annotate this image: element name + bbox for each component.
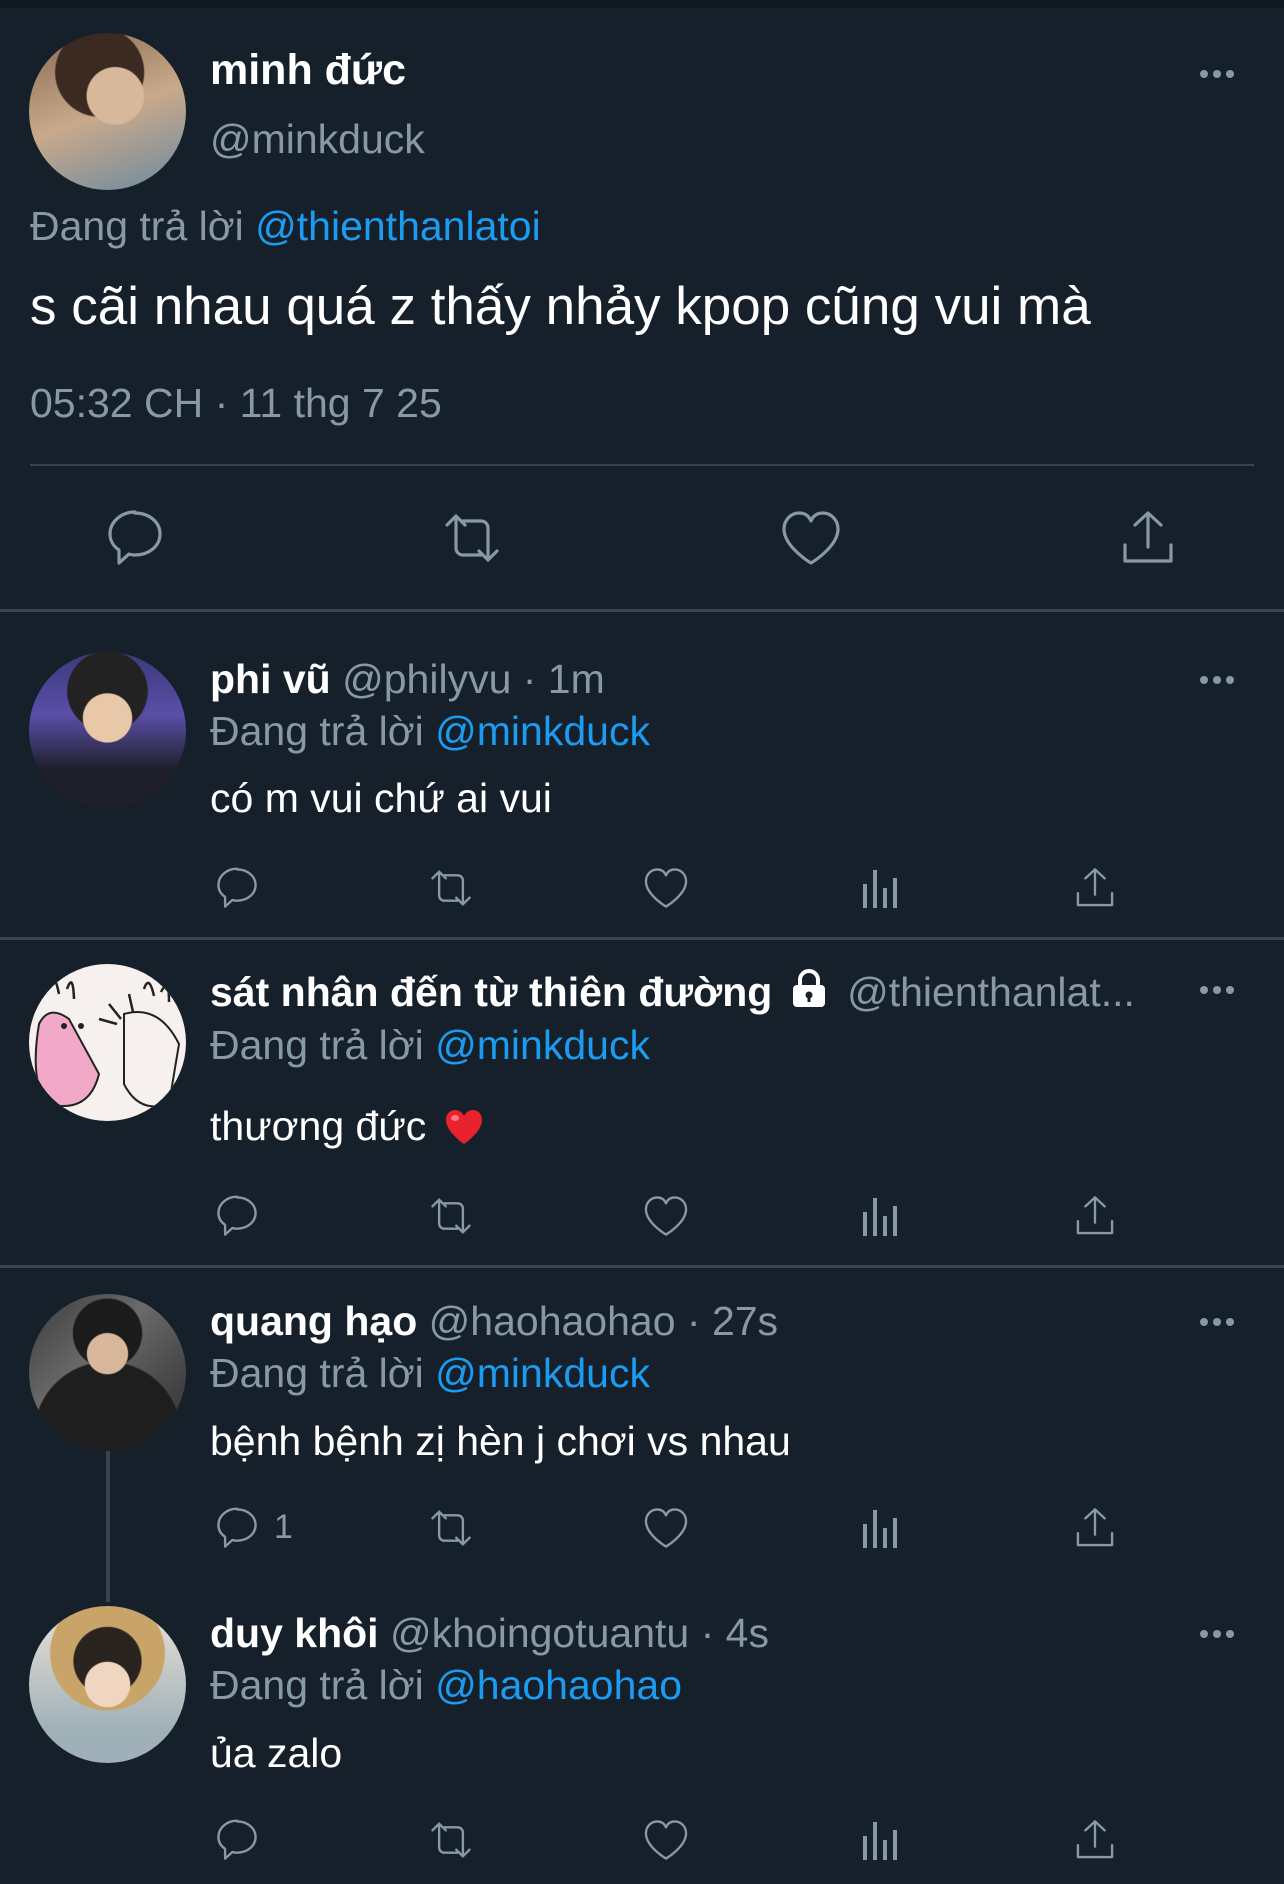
analytics-icon[interactable] (855, 1190, 907, 1242)
more-options-icon[interactable] (1200, 986, 1234, 994)
retweet-icon[interactable] (425, 862, 477, 914)
like-icon[interactable] (640, 1190, 692, 1242)
tweet-actions (0, 503, 1284, 583)
more-options-icon[interactable] (1200, 1630, 1234, 1638)
retweet-icon[interactable] (425, 1502, 477, 1554)
reply-count: 1 (274, 1508, 293, 1546)
retweet-icon[interactable] (437, 503, 507, 573)
like-icon[interactable] (640, 1814, 692, 1866)
like-icon[interactable] (776, 503, 846, 573)
retweet-icon[interactable] (425, 1814, 477, 1866)
tweet-text: có m vui chứ ai vui (210, 775, 552, 821)
retweet-icon[interactable] (425, 1190, 477, 1242)
tweet-actions (0, 1190, 1284, 1250)
tweet-text: bệnh bệnh zị hèn j chơi vs nhau (210, 1418, 791, 1464)
top-edge (0, 0, 1284, 8)
reply-header: quang hạo @haohaohao · 27s (210, 1298, 778, 1345)
like-icon[interactable] (640, 862, 692, 914)
share-icon[interactable] (1113, 503, 1183, 573)
avatar[interactable] (29, 1294, 186, 1451)
author-meta[interactable]: @thienthanlat... (847, 969, 1135, 1015)
replying-prefix: Đang trả lời (210, 1022, 424, 1068)
author-meta[interactable]: @khoingotuantu · 4s (390, 1610, 769, 1656)
tweet-text-content: thương đức (210, 1103, 427, 1149)
more-options-icon[interactable] (1200, 676, 1234, 684)
replying-to: Đang trả lời @minkduck (210, 708, 650, 755)
avatar[interactable] (29, 1606, 186, 1763)
reply-header: duy khôi @khoingotuantu · 4s (210, 1610, 769, 1657)
replying-to-link[interactable]: @haohaohao (435, 1662, 682, 1708)
reply-tweet[interactable]: duy khôi @khoingotuantu · 4s Đang trả lờ… (0, 1580, 1284, 1884)
author-handle[interactable]: @minkduck (210, 116, 425, 163)
tweet-text: thương đức (210, 1103, 484, 1150)
author-meta[interactable]: @philyvu · 1m (342, 656, 605, 702)
tweet-text: ủa zalo (210, 1730, 343, 1776)
heart-emoji (444, 1108, 484, 1146)
author-name[interactable]: phi vũ (210, 656, 331, 702)
avatar[interactable] (29, 652, 186, 809)
tweet-actions: 1 (0, 1502, 1284, 1562)
reply-icon[interactable] (211, 1190, 263, 1242)
bunny-illustration (34, 977, 181, 1108)
divider (30, 464, 1254, 466)
timestamp[interactable]: 05:32 CH · 11 thg 7 25 (30, 380, 442, 427)
replying-to: Đang trả lời @haohaohao (210, 1662, 682, 1709)
main-tweet: minh đức @minkduck Đang trả lời @thienth… (0, 8, 1284, 611)
analytics-icon[interactable] (855, 1502, 907, 1554)
analytics-icon[interactable] (855, 862, 907, 914)
replying-prefix: Đang trả lời (210, 708, 424, 754)
replying-to-link[interactable]: @thienthanlatoi (255, 203, 541, 249)
analytics-icon[interactable] (855, 1814, 907, 1866)
lock-icon (788, 968, 830, 1010)
author-name[interactable]: sát nhân đến từ thiên đường (210, 969, 772, 1015)
author-name[interactable]: minh đức (210, 46, 406, 95)
replying-prefix: Đang trả lời (30, 203, 244, 249)
reply-icon[interactable] (211, 1502, 263, 1554)
reply-icon[interactable] (211, 862, 263, 914)
tweet-actions (0, 1814, 1284, 1874)
avatar[interactable] (29, 964, 186, 1121)
reply-tweet[interactable]: phi vũ @philyvu · 1m Đang trả lời @minkd… (0, 612, 1284, 938)
share-icon[interactable] (1069, 1502, 1121, 1554)
share-icon[interactable] (1069, 1190, 1121, 1242)
reply-icon[interactable] (211, 1814, 263, 1866)
share-icon[interactable] (1069, 1814, 1121, 1866)
avatar[interactable] (29, 33, 186, 190)
replying-to: Đang trả lời @minkduck (210, 1022, 650, 1069)
reply-tweet[interactable]: quang hạo @haohaohao · 27s Đang trả lời … (0, 1268, 1284, 1608)
replying-to: Đang trả lời @thienthanlatoi (30, 203, 541, 250)
share-icon[interactable] (1069, 862, 1121, 914)
more-options-icon[interactable] (1200, 70, 1234, 78)
tweet-text: s cãi nhau quá z thấy nhảy kpop cũng vui… (30, 277, 1091, 336)
replying-to-link[interactable]: @minkduck (435, 1022, 650, 1068)
author-name[interactable]: quang hạo (210, 1298, 417, 1344)
reply-tweet[interactable]: sát nhân đến từ thiên đường @thienthanla… (0, 940, 1284, 1266)
author-meta[interactable]: @haohaohao · 27s (429, 1298, 778, 1344)
more-options-icon[interactable] (1200, 1318, 1234, 1326)
replying-to-link[interactable]: @minkduck (435, 1350, 650, 1396)
replying-prefix: Đang trả lời (210, 1662, 424, 1708)
reply-icon[interactable] (100, 503, 170, 573)
replying-to: Đang trả lời @minkduck (210, 1350, 650, 1397)
reply-header: phi vũ @philyvu · 1m (210, 656, 605, 703)
replying-to-link[interactable]: @minkduck (435, 708, 650, 754)
reply-header: sát nhân đến từ thiên đường @thienthanla… (210, 968, 1135, 1016)
author-name[interactable]: duy khôi (210, 1610, 379, 1656)
tweet-actions (0, 862, 1284, 922)
replying-prefix: Đang trả lời (210, 1350, 424, 1396)
like-icon[interactable] (640, 1502, 692, 1554)
